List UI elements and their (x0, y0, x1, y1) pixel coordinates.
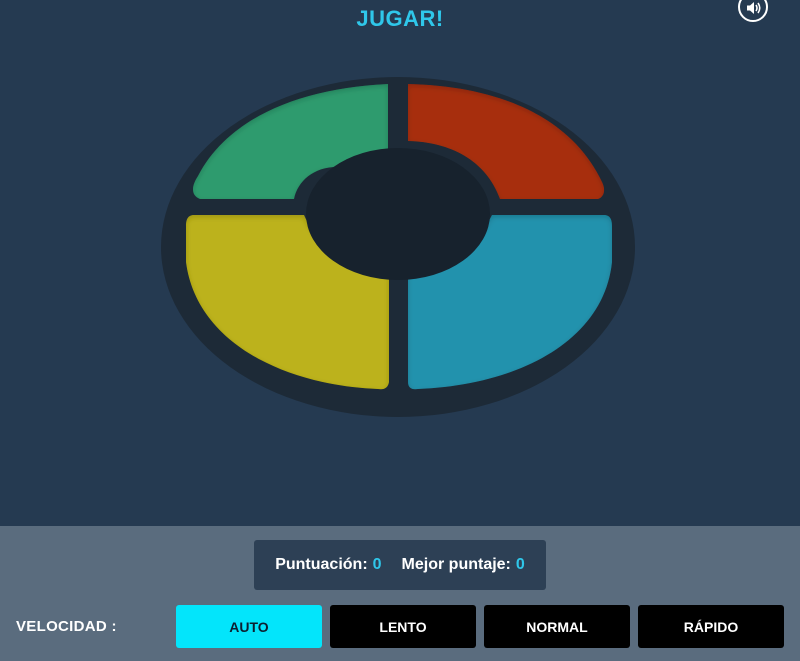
speed-rapido-button[interactable]: RÁPIDO (638, 605, 784, 648)
game-area: JUGAR! (0, 0, 800, 526)
score-box: Puntuación: 0 Mejor puntaje: 0 (254, 540, 546, 590)
best-score-value: 0 (515, 556, 525, 573)
score-value: 0 (372, 556, 382, 573)
score-label: Puntuación: (275, 556, 368, 573)
control-panel: Puntuación: 0 Mejor puntaje: 0 VELOCIDAD… (0, 526, 800, 661)
simon-board (161, 77, 635, 417)
speed-lento-button[interactable]: LENTO (330, 605, 476, 648)
best-score-label: Mejor puntaje: (401, 556, 511, 573)
board-center (306, 148, 490, 280)
speed-auto-button[interactable]: AUTO (176, 605, 322, 648)
speed-label: VELOCIDAD : (16, 618, 117, 635)
speed-normal-button[interactable]: NORMAL (484, 605, 630, 648)
